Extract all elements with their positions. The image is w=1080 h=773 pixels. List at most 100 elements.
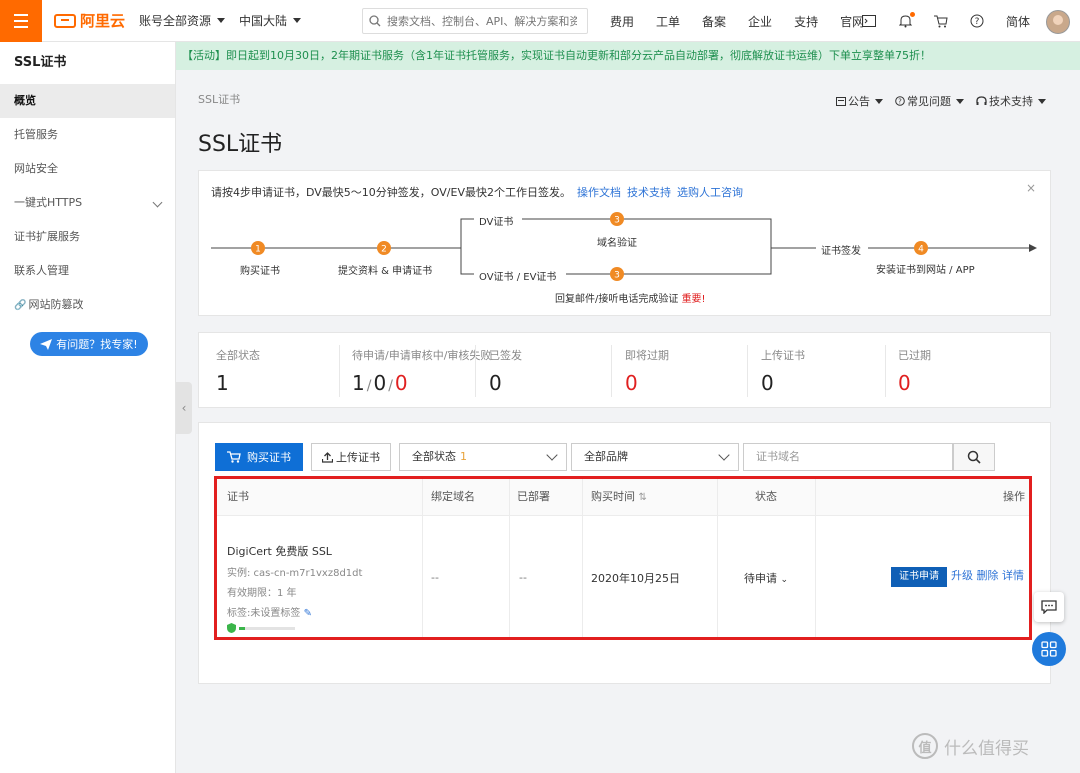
global-search[interactable] [362,8,588,34]
help-icon[interactable]: ? [970,14,984,28]
ask-expert-label: 有问题？找专家! [56,338,138,351]
sidebar-collapse-handle[interactable]: ‹ [176,382,192,434]
svg-text:2: 2 [381,245,387,255]
sidebar-title: SSL证书 [14,55,67,70]
brand-filter-select[interactable]: 全部品牌 [571,443,739,471]
sidebar-item-managed-service[interactable]: 托管服务 [0,118,175,152]
caret-down-icon [875,98,883,104]
search-input[interactable] [387,14,577,28]
ask-expert-button[interactable]: 有问题？找专家! [30,332,148,356]
stat-pending[interactable]: 待申请/申请审核中/审核失败 1/0/0 [352,347,491,395]
announcement-label: 公告 [848,95,870,108]
top-link-enterprise[interactable]: 企业 [748,13,772,30]
header-links: 公告 ? 常见问题 技术支持 [836,93,1046,109]
language-switch[interactable]: 简体 [1006,14,1030,29]
terminal-icon[interactable] [862,14,876,28]
svg-text:3: 3 [614,216,620,226]
sidebar-item-tamper-protection[interactable]: 🔗 网站防篡改 [0,288,175,322]
step-2-label: 提交资料 & 申请证书 [338,266,433,277]
apps-button[interactable] [1032,632,1066,666]
stat-uploaded[interactable]: 上传证书 0 [761,347,805,395]
top-link-website[interactable]: 官网 [840,13,864,30]
stat-value-failed: 0 [394,371,408,395]
upload-certificate-button[interactable]: 上传证书 [311,443,391,471]
top-link-ticket[interactable]: 工单 [656,13,680,30]
ov-ev-cert-label: OV证书 / EV证书 [479,272,557,283]
announcement-dropdown[interactable]: 公告 [836,93,883,109]
chevron-down-icon [546,449,558,461]
region-dropdown[interactable]: 中国大陆 [239,12,302,29]
brand-filter-label: 全部品牌 [584,450,628,463]
chevron-left-icon: ‹ [181,401,187,415]
faq-label: 常见问题 [907,95,951,108]
step-3-domain-label: 域名验证 [597,238,637,249]
stat-issued[interactable]: 已签发 0 [489,347,522,395]
sidebar: SSL证书 概览 托管服务 网站安全 一键式HTTPS 证书扩展服务 联系人管理… [0,42,176,773]
buy-certificate-label: 购买证书 [247,451,291,464]
issue-label: 证书签发 [821,246,861,257]
stat-expiring[interactable]: 即将过期 0 [625,347,669,395]
dv-cert-label: DV证书 [479,217,514,228]
domain-search-button[interactable] [953,443,995,471]
stat-value-pending: 1 [352,371,365,395]
logo-text: 阿里云 [80,12,126,30]
sidebar-item-website-security[interactable]: 网站安全 [0,152,175,186]
caret-down-icon [217,18,226,23]
cart-icon[interactable] [934,14,948,28]
step-4-marker: 4 [914,241,928,255]
stat-value: 0 [489,371,502,395]
step-3-verify-label: 回复邮件/接听电话完成验证 重要! [555,290,706,305]
stat-expired[interactable]: 已过期 0 [898,347,931,395]
divider [611,345,612,397]
status-filter-select[interactable]: 全部状态 1 [399,443,567,471]
sidebar-item-cert-extension[interactable]: 证书扩展服务 [0,220,175,254]
caret-down-icon [1038,98,1046,104]
domain-search-input[interactable]: 证书域名 [743,443,953,471]
top-link-billing[interactable]: 费用 [610,13,634,30]
headset-icon [976,96,987,105]
caret-down-icon [956,98,964,104]
watermark-logo-icon: 值 [912,733,938,759]
apps-grid-icon [1041,641,1057,657]
account-scope-dropdown[interactable]: 账号全部资源 [139,12,226,29]
promo-banner[interactable]: 【活动】即日起到10月30日，2年期证书服务（含1年证书托管服务，实现证书自动更… [176,42,1080,70]
step-1-label: 购买证书 [240,266,280,277]
paper-plane-icon [40,338,53,350]
svg-text:?: ? [975,17,980,27]
chat-icon [1041,600,1057,614]
stat-all[interactable]: 全部状态 1 [216,347,260,395]
divider [747,345,748,397]
breadcrumb[interactable]: SSL证书 [198,91,240,107]
step-4-label: 安装证书到网站 / APP [876,265,975,276]
stat-value: 0 [761,371,774,395]
tech-support-dropdown[interactable]: 技术支持 [976,93,1046,109]
aliyun-logo[interactable]: 阿里云 [54,10,125,31]
stat-value-reviewing: 0 [373,371,387,395]
account-scope-label: 账号全部资源 [139,14,212,28]
menu-icon[interactable] [0,0,42,42]
tech-support-label: 技术支持 [989,95,1033,108]
top-link-support[interactable]: 支持 [794,13,818,30]
sidebar-item-contacts[interactable]: 联系人管理 [0,254,175,288]
chat-button[interactable] [1034,592,1064,622]
step-2-marker: 2 [377,241,391,255]
search-icon [369,15,381,27]
stat-value-group: 1/0/0 [352,371,491,395]
faq-dropdown[interactable]: ? 常见问题 [895,93,964,109]
top-nav-bar: 阿里云 账号全部资源 中国大陆 费用 工单 备案 企业 支持 官网 ? 简体 [0,0,1080,42]
watermark: 值什么值得买 [912,733,1029,759]
step-1-marker: 1 [251,241,265,255]
user-avatar[interactable] [1046,10,1070,34]
sidebar-item-one-click-https[interactable]: 一键式HTTPS [0,186,175,220]
region-label: 中国大陆 [239,14,288,28]
caret-down-icon [293,18,302,23]
sidebar-item-overview[interactable]: 概览 [0,84,175,118]
stat-value: 0 [625,371,638,395]
svg-text:?: ? [898,98,902,106]
top-link-icp[interactable]: 备案 [702,13,726,30]
divider [885,345,886,397]
stat-label: 已过期 [898,349,931,362]
step-3-dv-marker: 3 [610,212,624,226]
bell-icon[interactable] [898,12,915,28]
buy-certificate-button[interactable]: 购买证书 [215,443,303,471]
